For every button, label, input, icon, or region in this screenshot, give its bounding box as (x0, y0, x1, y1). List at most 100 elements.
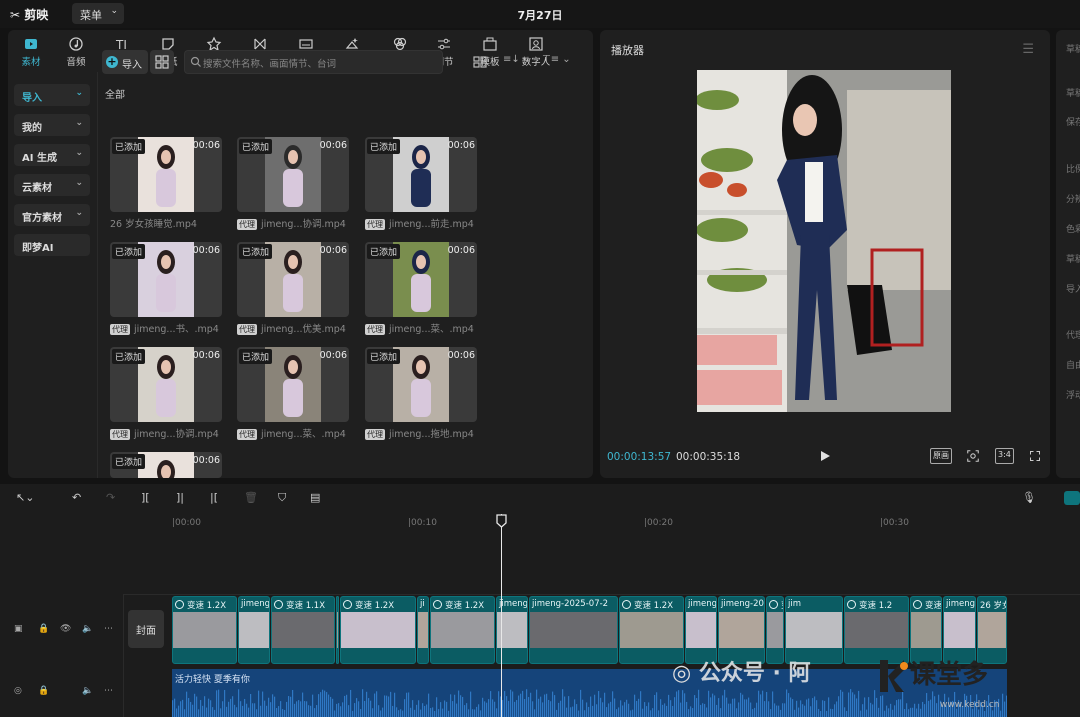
video-segment[interactable]: jimeng (238, 596, 270, 664)
aspect-ratio-button[interactable]: 3:4 (995, 448, 1014, 464)
fullscreen-icon[interactable] (1027, 448, 1043, 464)
segment-label: jimeng-2025-07-2 (532, 599, 609, 609)
left-nav-item[interactable]: 即梦AI (14, 234, 90, 256)
video-segment[interactable]: 变速 1.2 (844, 596, 909, 664)
speed-icon (913, 600, 922, 609)
left-nav-item[interactable]: AI 生成 ⌄ (14, 144, 90, 166)
clip-duration: 00:06 (319, 140, 347, 151)
speaker-icon[interactable]: 🔈 (82, 686, 93, 696)
segment-thumbnails (978, 612, 1006, 648)
media-clip[interactable]: 已添加 00:06 代理 jimeng...书、.mp4 (110, 242, 222, 337)
left-nav-label: 即梦AI (22, 243, 54, 254)
media-clip[interactable]: 已添加 00:06 26 岁女孩睡觉.mp4 (110, 137, 222, 232)
tab-media[interactable]: 素材 (8, 34, 54, 68)
left-nav-item[interactable]: 我的 ⌄ (14, 114, 90, 136)
left-nav-item[interactable]: 官方素材 ⌄ (14, 204, 90, 226)
segment-label: 26 岁女孩睡觉 (980, 601, 1006, 611)
split-left-icon[interactable]: ]| (176, 491, 192, 507)
clip-thumbnail-image (393, 347, 449, 422)
segment-label: 变速 1.1X (274, 599, 325, 611)
tab-audio[interactable]: 音频 (53, 34, 99, 68)
speaker-icon[interactable]: 🔈 (82, 624, 93, 634)
play-icon[interactable] (818, 449, 832, 463)
video-segment[interactable]: jimeng (685, 596, 717, 664)
video-segment[interactable]: jii (336, 596, 339, 664)
segment-label: jimeng (688, 599, 717, 609)
left-nav-item[interactable]: 云素材 ⌄ (14, 174, 90, 196)
split-icon[interactable]: ][ (141, 491, 157, 507)
hamburger-menu-icon[interactable]: ☰ (1022, 42, 1034, 57)
original-quality-button[interactable]: 原画 (930, 448, 952, 464)
edit-toolbar: ↖⌄ ↶ ↷ ][ ]| |[ 🗑 ⛉ ▤ 🎙 (0, 484, 1080, 514)
chevron-down-icon: ⌄ (75, 178, 83, 188)
track-type-icon: ▣ (14, 624, 23, 634)
media-clip[interactable]: 已添加 00:06 代理 jimeng...优美.mp4 (237, 242, 349, 337)
filter-icon[interactable]: ⊤≡ ⌄ (542, 54, 571, 70)
playhead-handle-icon[interactable] (496, 514, 507, 528)
video-segment[interactable]: ji (417, 596, 429, 664)
media-clip[interactable]: 已添加 00:06 代理 jimeng...前走.mp4 (365, 137, 477, 232)
clip-duration: 00:06 (447, 350, 475, 361)
segment-label: 变速 1.2X (622, 599, 673, 611)
segment-label: 变速 1.2X (913, 599, 941, 611)
search-input[interactable]: 搜索文件名称、画面情节、台词 (184, 50, 443, 74)
media-clip[interactable]: 已添加 00:06 代理 jimeng...拖地.mp4 (365, 347, 477, 442)
video-segment[interactable]: 变速 1.2 (766, 596, 784, 664)
more-icon[interactable]: ⋯ (104, 686, 113, 696)
proxy-badge: 代理 (237, 219, 257, 230)
draft-setting-label: 草稿 (1066, 255, 1080, 265)
lock-icon[interactable]: 🔒 (38, 686, 49, 696)
segment-label: jimeng (499, 599, 528, 609)
video-segment[interactable]: 变速 1.2X (172, 596, 237, 664)
eye-icon[interactable]: 👁 (60, 624, 71, 634)
clip-thumbnail-image (265, 137, 321, 212)
proxy-badge: 代理 (365, 324, 385, 335)
clip-name: 代理 jimeng...协调.mp4 (110, 429, 219, 440)
select-cursor-icon[interactable]: ↖⌄ (16, 491, 34, 507)
media-clip[interactable]: 已添加 00:06 代理 jimeng...协调.mp4 (237, 137, 349, 232)
playhead[interactable] (501, 514, 502, 717)
clip-thumbnail: 已添加 00:06 (110, 452, 222, 478)
segment-thumbnails (418, 612, 428, 648)
media-clip[interactable]: 已添加 00:06 (110, 452, 222, 478)
segment-thumbnails (341, 612, 415, 648)
segment-thumbnails (944, 612, 975, 648)
media-clip[interactable]: 已添加 00:06 代理 jimeng...菜、.mp4 (237, 347, 349, 442)
video-segment[interactable]: jim (785, 596, 843, 664)
microphone-icon[interactable]: 🎙 (1022, 491, 1038, 507)
video-segment[interactable]: 变速 1.2X (340, 596, 416, 664)
caption-icon[interactable]: ▤ (310, 491, 326, 507)
sort-icon[interactable]: ≡↓ ⌄ (503, 54, 531, 70)
left-nav-item[interactable]: 导入 ⌄ (14, 84, 90, 106)
ruler-tick-label: |00:20 (644, 518, 673, 528)
delete-icon[interactable]: 🗑 (244, 491, 260, 507)
video-segment[interactable]: 变速 1.2X (619, 596, 684, 664)
layout-icon[interactable] (472, 54, 488, 70)
clip-duration: 00:06 (192, 140, 220, 151)
video-segment[interactable]: 变速 1.1X (271, 596, 335, 664)
watermark-text: ◎ 公众号 · 阿 (672, 661, 811, 686)
main-track-magnet-icon[interactable] (1064, 491, 1080, 505)
lock-icon[interactable]: 🔒 (38, 624, 49, 634)
track-header: ▣ 🔒 👁 🔈 ⋯ ◎ 🔒 🔈 ⋯ (0, 594, 124, 717)
shield-icon[interactable]: ⛉ (278, 491, 294, 507)
media-clip[interactable]: 已添加 00:06 代理 jimeng...菜、.mp4 (365, 242, 477, 337)
clip-duration: 00:06 (192, 350, 220, 361)
focus-icon[interactable] (964, 448, 982, 464)
plus-icon: + (106, 55, 118, 68)
media-clip[interactable]: 已添加 00:06 代理 jimeng...协调.mp4 (110, 347, 222, 442)
clip-duration: 00:06 (319, 245, 347, 256)
video-segment[interactable]: jimeng-20 (718, 596, 765, 664)
split-right-icon[interactable]: |[ (210, 491, 226, 507)
more-icon[interactable]: ⋯ (104, 624, 113, 634)
video-segment[interactable]: jimeng-2025-07-2 (529, 596, 618, 664)
project-title: 7月27日 (517, 9, 563, 22)
video-segment[interactable]: 变速 1.2X (430, 596, 495, 664)
redo-icon[interactable]: ↷ (106, 491, 122, 507)
cover-button[interactable]: 封面 (128, 610, 164, 648)
undo-icon[interactable]: ↶ (72, 491, 88, 507)
added-badge: 已添加 (112, 139, 146, 154)
clip-thumbnail: 已添加 00:06 (110, 242, 222, 317)
grid-view-button[interactable] (150, 50, 174, 74)
clip-duration: 00:06 (319, 350, 347, 361)
